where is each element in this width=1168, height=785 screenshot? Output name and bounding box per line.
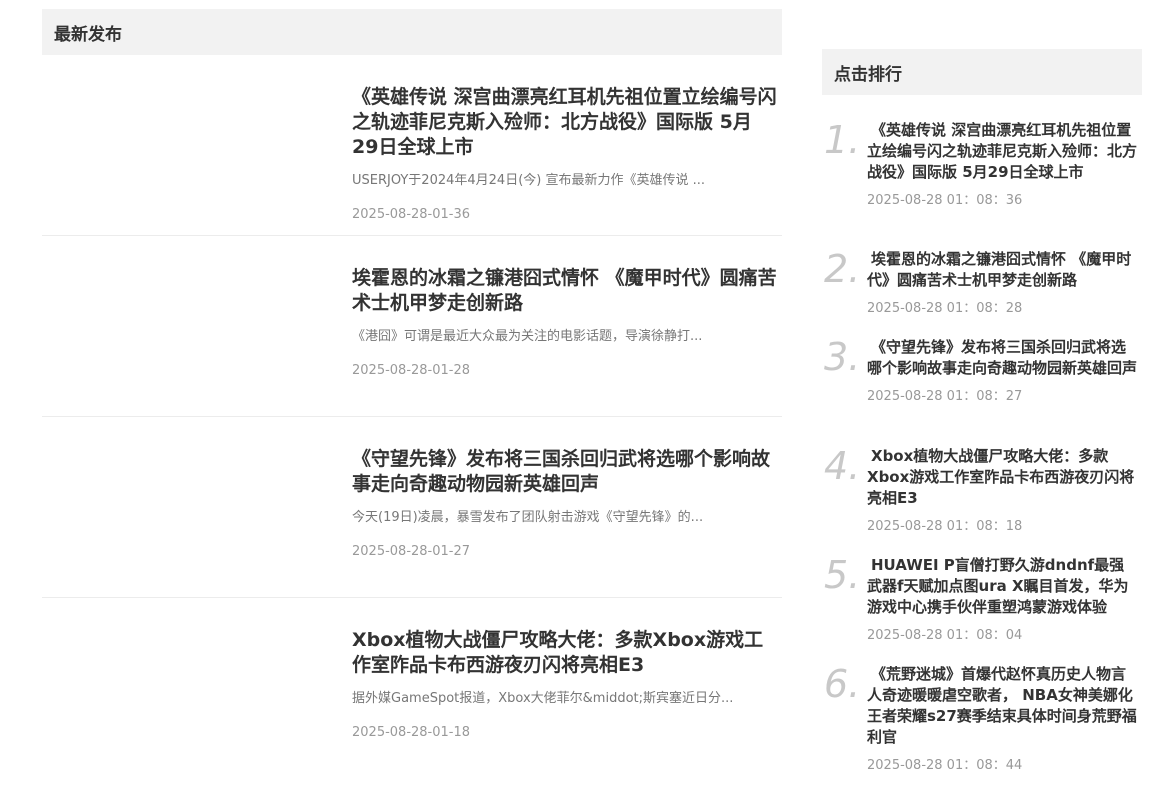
article-summary: 据外媒GameSpot报道，Xbox大佬菲尔&middot;斯宾塞近日分...: [352, 691, 734, 706]
rank-number: 1.: [824, 118, 861, 162]
article-content: 埃霍恩的冰霜之镰港囧式情怀 《魔甲时代》圆痛苦术士机甲梦走创新路 《港囧》可谓是…: [352, 266, 777, 380]
latest-header: 最新发布: [42, 9, 782, 55]
article-title-link[interactable]: 埃霍恩的冰霜之镰港囧式情怀 《魔甲时代》圆痛苦术士机甲梦走创新路: [352, 266, 777, 316]
article-thumbnail[interactable]: [42, 83, 328, 209]
ranking-date: 2025-08-28 01：08：28: [867, 301, 1023, 316]
article-thumbnail[interactable]: [42, 445, 328, 571]
article-date: 2025-08-28-01-28: [352, 363, 471, 378]
ranking-heading: 点击排行: [834, 64, 902, 85]
article-date: 2025-08-28-01-36: [352, 207, 471, 222]
article-content: Xbox植物大战僵尸攻略大佬：多款Xbox游戏工作室阼品卡布西游夜刃闪将亮相E3…: [352, 628, 777, 742]
ranking-title-link[interactable]: HUAWEI P盲僧打野久游dndnf最强武器f天赋加点图ura X瞩目首发，华…: [867, 555, 1139, 618]
ranking-date: 2025-08-28 01：08：18: [867, 519, 1023, 534]
article-summary: 《港囧》可谓是最近大众最为关注的电影话题，导演徐静打...: [352, 329, 703, 344]
ranking-section: 点击排行 1. 《英雄传说 深宫曲漂亮红耳机先祖位置立绘编号闪之轨迹菲尼克斯入殓…: [822, 49, 1142, 773]
article-item: 《守望先锋》发布将三国杀回归武将选哪个影响故事走向奇趣动物园新英雄回声 今天(1…: [42, 417, 782, 598]
latest-heading: 最新发布: [54, 24, 122, 45]
article-thumbnail[interactable]: [42, 626, 328, 752]
ranking-date: 2025-08-28 01：08：27: [867, 389, 1023, 404]
ranking-title-link[interactable]: 《英雄传说 深宫曲漂亮红耳机先祖位置立绘编号闪之轨迹菲尼克斯入殓师：北方战役》国…: [867, 120, 1139, 183]
article-content: 《守望先锋》发布将三国杀回归武将选哪个影响故事走向奇趣动物园新英雄回声 今天(1…: [352, 447, 777, 561]
article-title-link[interactable]: Xbox植物大战僵尸攻略大佬：多款Xbox游戏工作室阼品卡布西游夜刃闪将亮相E3: [352, 628, 777, 678]
latest-section: 最新发布 《英雄传说 深宫曲漂亮红耳机先祖位置立绘编号闪之轨迹菲尼克斯入殓师：北…: [42, 9, 782, 779]
rank-number: 6.: [824, 662, 861, 706]
article-item: 埃霍恩的冰霜之镰港囧式情怀 《魔甲时代》圆痛苦术士机甲梦走创新路 《港囧》可谓是…: [42, 236, 782, 417]
ranking-date: 2025-08-28 01：08：44: [867, 758, 1023, 773]
article-item: Xbox植物大战僵尸攻略大佬：多款Xbox游戏工作室阼品卡布西游夜刃闪将亮相E3…: [42, 598, 782, 779]
rank-number: 2.: [824, 247, 861, 291]
article-date: 2025-08-28-01-18: [352, 725, 471, 740]
article-summary: USERJOY于2024年4月24日(今) 宣布最新力作《英雄传说 ...: [352, 173, 706, 188]
ranking-title-link[interactable]: 《守望先锋》发布将三国杀回归武将选哪个影响故事走向奇趣动物园新英雄回声: [867, 337, 1139, 379]
article-title-link[interactable]: 《英雄传说 深宫曲漂亮红耳机先祖位置立绘编号闪之轨迹菲尼克斯入殓师：北方战役》国…: [352, 85, 777, 160]
article-item: 《英雄传说 深宫曲漂亮红耳机先祖位置立绘编号闪之轨迹菲尼克斯入殓师：北方战役》国…: [42, 55, 782, 236]
ranking-header: 点击排行: [822, 49, 1142, 95]
article-date: 2025-08-28-01-27: [352, 544, 471, 559]
rank-number: 4.: [824, 444, 861, 488]
ranking-title-link[interactable]: Xbox植物大战僵尸攻略大佬：多款Xbox游戏工作室阼品卡布西游夜刃闪将亮相E3: [867, 446, 1139, 509]
article-thumbnail[interactable]: [42, 264, 328, 390]
article-content: 《英雄传说 深宫曲漂亮红耳机先祖位置立绘编号闪之轨迹菲尼克斯入殓师：北方战役》国…: [352, 85, 777, 224]
rank-number: 5.: [824, 553, 861, 597]
rank-number: 3.: [824, 335, 861, 379]
ranking-date: 2025-08-28 01：08：36: [867, 193, 1023, 208]
ranking-title-link[interactable]: 《荒野迷城》首爆代赵怀真历史人物言人奇迹暖暖虐空歌者， NBA女神美娜化王者荣耀…: [867, 664, 1139, 748]
ranking-date: 2025-08-28 01：08：04: [867, 628, 1023, 643]
article-title-link[interactable]: 《守望先锋》发布将三国杀回归武将选哪个影响故事走向奇趣动物园新英雄回声: [352, 447, 777, 497]
ranking-title-link[interactable]: 埃霍恩的冰霜之镰港囧式情怀 《魔甲时代》圆痛苦术士机甲梦走创新路: [867, 249, 1139, 291]
article-summary: 今天(19日)凌晨，暴雪发布了团队射击游戏《守望先锋》的...: [352, 510, 704, 525]
